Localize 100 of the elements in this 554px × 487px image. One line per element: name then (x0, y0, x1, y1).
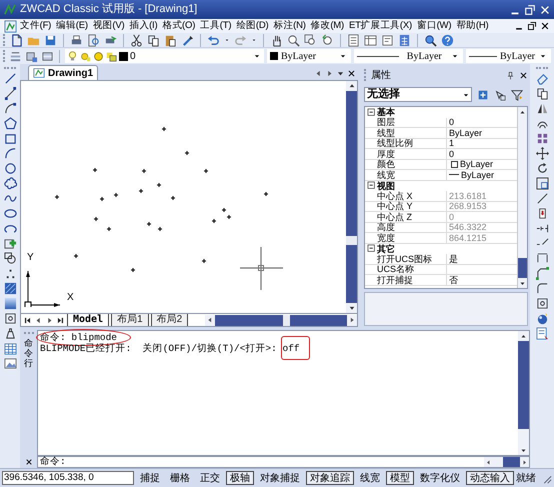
status-toggle[interactable]: 正交 (196, 471, 224, 485)
status-toggle[interactable]: 线宽 (356, 471, 384, 485)
make-block-icon[interactable] (4, 252, 16, 265)
printer-icon[interactable] (70, 34, 83, 46)
table-icon[interactable] (4, 342, 16, 355)
polygon-icon[interactable] (4, 117, 16, 130)
horizontal-scrollbar[interactable] (205, 314, 357, 326)
polyline-icon[interactable] (4, 102, 16, 115)
menu-item[interactable]: ET扩展工具(X) (346, 18, 414, 34)
insert-block-icon[interactable] (4, 237, 16, 250)
fillet-icon[interactable] (536, 282, 548, 295)
arrow-down-icon[interactable] (336, 69, 345, 78)
undo-icon[interactable] (207, 34, 220, 46)
circle-icon[interactable] (4, 162, 16, 175)
scroll-thumb[interactable] (503, 457, 520, 467)
property-value[interactable]: 否 (449, 274, 458, 285)
close-icon[interactable] (24, 458, 32, 466)
brush-icon[interactable] (181, 34, 194, 46)
quick-select-icon[interactable] (477, 88, 489, 100)
squares-icon[interactable] (106, 50, 117, 62)
close-icon[interactable] (540, 21, 550, 31)
command-input-field[interactable]: 命令: (37, 456, 530, 468)
menu-item[interactable]: 视图(V) (90, 18, 126, 34)
chamfer-icon[interactable] (536, 267, 548, 280)
scroll-thumb[interactable] (283, 314, 290, 326)
arrow-up-icon[interactable] (520, 332, 527, 340)
paste-icon[interactable] (164, 34, 177, 46)
drawing-file-small-icon[interactable] (4, 20, 17, 32)
collapse-toggle-icon[interactable] (366, 244, 376, 254)
lightbulb-icon[interactable] (67, 50, 78, 62)
property-value[interactable]: 是 (449, 254, 458, 264)
zoom-realtime-icon[interactable] (287, 34, 300, 46)
selection-dropdown[interactable]: 无选择 (364, 87, 472, 102)
menu-item[interactable]: 插入(I) (127, 18, 160, 34)
plot-icon[interactable] (104, 34, 117, 46)
color-dropdown[interactable]: ByLayer (266, 49, 351, 63)
arrow-up-icon[interactable] (519, 108, 526, 116)
arrow-right-icon[interactable] (521, 458, 528, 466)
copy-icon[interactable] (147, 34, 160, 46)
magnifier-icon[interactable] (424, 34, 437, 46)
arrow-right-icon[interactable] (45, 316, 54, 324)
scissors-icon[interactable] (130, 34, 143, 46)
copy-icon[interactable] (536, 87, 548, 100)
arrow-down-icon[interactable] (519, 280, 526, 286)
layout-tab[interactable]: 布局1 (111, 314, 149, 326)
pin-icon[interactable] (506, 70, 515, 80)
cloud-icon[interactable] (4, 177, 16, 190)
restore-icon[interactable] (527, 21, 537, 31)
rotate-icon[interactable] (536, 162, 548, 175)
property-value[interactable]: ByLayer (460, 159, 494, 170)
region-icon[interactable] (536, 297, 548, 310)
status-toggle[interactable]: 栅格 (166, 471, 194, 485)
print-preview-icon[interactable] (87, 34, 100, 46)
vertical-scrollbar[interactable] (346, 81, 357, 313)
status-toggle[interactable]: 模型 (386, 471, 414, 485)
notepad-icon[interactable] (381, 34, 394, 46)
save-icon[interactable] (44, 34, 57, 46)
menu-item[interactable]: 修改(M) (308, 18, 346, 34)
sun-icon[interactable] (80, 50, 91, 62)
panel-scrollbar[interactable] (517, 107, 527, 288)
sheet-icon[interactable] (347, 34, 360, 46)
collapse-toggle-icon[interactable] (366, 108, 376, 117)
join-icon[interactable] (536, 252, 548, 265)
lineweight-dropdown[interactable]: ByLayer (466, 49, 552, 63)
filter-icon[interactable] (511, 88, 523, 100)
menu-item[interactable]: 格式(O) (160, 18, 198, 34)
new-file-icon[interactable] (10, 34, 23, 46)
status-toggle[interactable]: 对象捕捉 (256, 471, 304, 485)
line-icon[interactable] (4, 72, 16, 85)
mirror-icon[interactable] (536, 102, 548, 115)
collapse-toggle-icon[interactable] (366, 181, 376, 190)
select-objects-icon[interactable] (494, 88, 506, 100)
layout-tab[interactable]: 布局2 (150, 314, 188, 326)
menu-item[interactable]: 窗口(W) (414, 18, 454, 34)
rectangle-icon[interactable] (4, 132, 16, 145)
status-toggle[interactable]: 极轴 (226, 471, 254, 485)
region-icon[interactable] (4, 312, 16, 325)
menu-item[interactable]: 标注(N) (272, 18, 308, 34)
menu-item[interactable]: 文件(F) (18, 18, 54, 34)
last-page-icon[interactable] (56, 316, 65, 324)
arrow-down-icon[interactable] (520, 446, 527, 454)
arc-icon[interactable] (4, 147, 16, 160)
status-toggle[interactable]: 数字化仪 (416, 471, 464, 485)
menu-item[interactable]: 帮助(H) (454, 18, 490, 34)
horizontal-scrollbar[interactable] (484, 457, 529, 467)
arrow-left-icon[interactable] (314, 69, 323, 78)
scale-icon[interactable] (536, 177, 548, 190)
arrow-left-icon[interactable] (34, 316, 43, 324)
status-toggle[interactable]: 对象追踪 (306, 471, 354, 485)
image-icon[interactable] (4, 357, 16, 370)
linetype-dropdown[interactable]: ByLayer (354, 49, 464, 63)
layer-dropdown[interactable]: 0 (65, 49, 264, 63)
calculator-icon[interactable] (398, 34, 411, 46)
property-value[interactable]: ByLayer (461, 170, 494, 180)
property-value[interactable]: 0 (449, 117, 454, 128)
arrow-down-icon[interactable] (348, 304, 356, 312)
zoom-previous-icon[interactable] (321, 34, 334, 46)
boundary-icon[interactable] (4, 327, 16, 340)
status-toggle[interactable]: 捕捉 (136, 471, 164, 485)
status-toggle[interactable]: 动态输入 (466, 471, 514, 485)
